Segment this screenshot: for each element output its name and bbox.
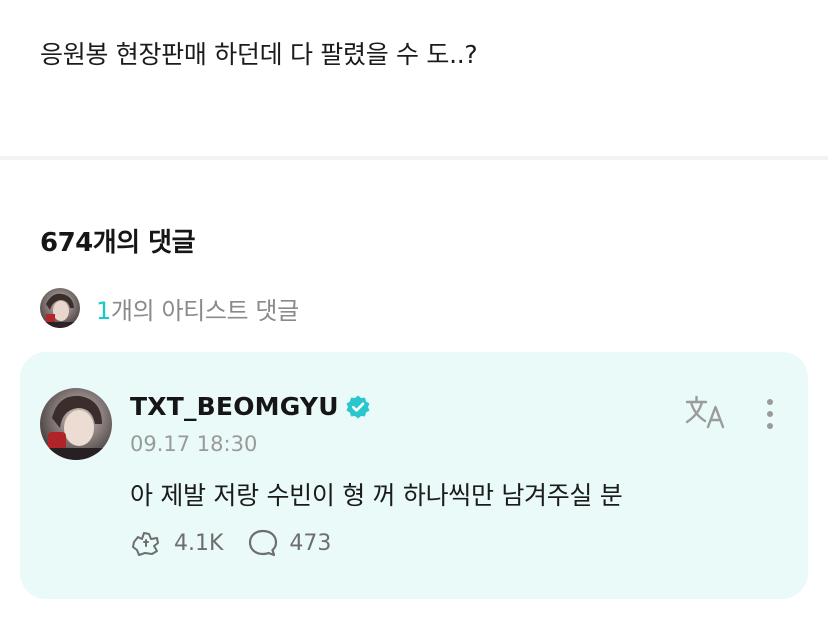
artist-comments-label: 1개의 아티스트 댓글 [96,291,299,326]
cheer-icon [132,532,159,556]
avatar[interactable] [40,388,112,460]
translate-icon[interactable] [684,394,726,430]
verified-badge-icon [346,395,370,418]
post-body: 응원봉 현장판매 하던데 다 팔렸을 수 도..? [40,40,478,69]
reply-button[interactable]: 473 [247,528,331,558]
like-button[interactable]: 4.1K [130,528,223,558]
avatar [40,288,80,328]
comment-timestamp: 09.17 18:30 [130,432,258,456]
artist-comment-card: TXT_BEOMGYU 09.17 18:30 아 제발 저랑 수빈이 형 꺼 … [20,352,808,599]
comment-count-heading: 674개의 댓글 [40,228,196,258]
artist-comments-toggle[interactable]: 1개의 아티스트 댓글 [40,288,299,328]
section-divider [0,156,828,160]
like-count: 4.1K [174,530,224,556]
username: TXT_BEOMGYU [130,392,339,421]
comment-bubble-icon [249,529,278,557]
comment-actions: 4.1K 473 [130,528,355,558]
artist-comments-count: 1 [96,296,111,325]
comment-author[interactable]: TXT_BEOMGYU [130,392,371,421]
artist-comments-suffix: 개의 아티스트 댓글 [110,296,299,325]
reply-count: 473 [289,530,332,556]
comment-text: 아 제발 저랑 수빈이 형 꺼 하나씩만 남겨주실 분 [130,481,623,510]
more-vertical-icon[interactable] [756,396,784,432]
